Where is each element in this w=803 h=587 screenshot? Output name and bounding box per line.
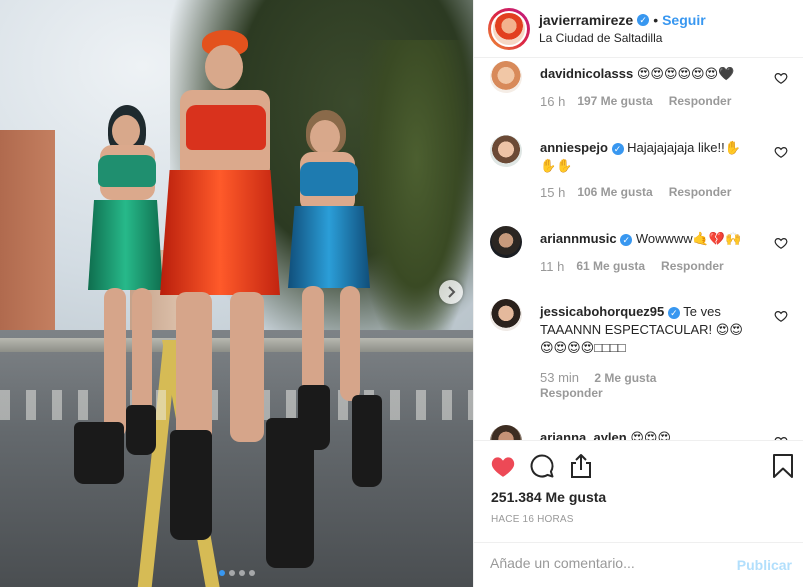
verified-icon: ✓ (620, 234, 633, 246)
avatar[interactable] (491, 10, 527, 47)
carousel-dot (229, 570, 235, 576)
comment-username[interactable]: anniespejo (540, 140, 608, 155)
add-comment-box: Publicar (474, 542, 803, 587)
comment-username[interactable]: arianna_aylen (540, 430, 627, 440)
comment-time[interactable]: 11 h (540, 259, 564, 274)
header-top-row: javierramireze ✓ • Seguir (539, 12, 706, 28)
comment-body: arianna_aylen 😍😍😍 (540, 429, 750, 440)
heart-icon[interactable] (774, 71, 788, 85)
comment-username[interactable]: ariannmusic (540, 231, 617, 246)
reply-button[interactable]: Responder (540, 386, 672, 400)
comments-list[interactable]: davidnicolasss 😍😍😍😍😍😍🖤 16 h 197 Me gusta… (474, 58, 803, 440)
reply-button[interactable]: Responder (661, 259, 724, 274)
share-icon (571, 454, 591, 478)
comment-meta-row: 53 min 2 Me gusta (540, 370, 672, 385)
author-avatar-ring[interactable] (488, 7, 530, 50)
header-text: javierramireze ✓ • Seguir La Ciudad de S… (539, 12, 706, 45)
carousel-next-button[interactable] (439, 280, 463, 304)
person-red (150, 30, 314, 570)
comment-item: ariannmusic ✓ Wowwww🤙💔🙌 11 h 61 Me gusta… (490, 226, 790, 288)
post-sidebar: javierramireze ✓ • Seguir La Ciudad de S… (473, 0, 803, 587)
post-header: javierramireze ✓ • Seguir La Ciudad de S… (474, 0, 803, 58)
comment-likes[interactable]: 106 Me gusta (577, 185, 652, 200)
heart-icon (491, 457, 515, 477)
comment-likes[interactable]: 197 Me gusta (577, 94, 652, 109)
comment-item: arianna_aylen 😍😍😍 (490, 425, 790, 440)
comment-likes[interactable]: 61 Me gusta (576, 259, 645, 274)
likes-count[interactable]: 251.384 Me gusta (491, 489, 606, 505)
carousel-dot (249, 570, 255, 576)
comment-meta: 15 h 106 Me gusta Responder (540, 185, 731, 200)
follow-button[interactable]: Seguir (662, 12, 706, 28)
post-timestamp[interactable]: HACE 16 HORAS (491, 514, 574, 525)
heart-icon[interactable] (774, 309, 788, 323)
comment-body: ariannmusic ✓ Wowwww🤙💔🙌 (540, 230, 750, 248)
comment-body: anniespejo ✓ Hajajajajaja like!!✋✋✋ (540, 139, 750, 175)
comment-text: 😍😍😍😍😍😍🖤 (636, 66, 735, 81)
comment-item: davidnicolasss 😍😍😍😍😍😍🖤 16 h 197 Me gusta… (490, 61, 790, 131)
publish-button[interactable]: Publicar (737, 557, 792, 573)
avatar[interactable] (490, 61, 522, 93)
separator-dot: • (653, 12, 659, 28)
comment-item: jessicabohorquez95 ✓ Te ves TAAANNN ESPE… (490, 299, 790, 409)
person-blue (270, 110, 382, 490)
comment-time[interactable]: 53 min (540, 370, 579, 385)
comment-username[interactable]: jessicabohorquez95 (540, 304, 664, 319)
like-button[interactable] (490, 453, 516, 479)
comment-time[interactable]: 16 h (540, 94, 565, 109)
verified-icon: ✓ (611, 143, 624, 155)
comment-icon (530, 454, 554, 478)
save-button[interactable] (770, 453, 796, 479)
avatar[interactable] (490, 425, 522, 440)
comment-input[interactable] (490, 555, 730, 571)
comment-button[interactable] (529, 453, 555, 479)
comment-likes[interactable]: 2 Me gusta (594, 371, 656, 385)
comment-text: 😍😍😍 (630, 430, 672, 440)
comment-username[interactable]: davidnicolasss (540, 66, 633, 81)
post-photo[interactable] (0, 0, 473, 587)
comment-body: davidnicolasss 😍😍😍😍😍😍🖤 (540, 65, 750, 83)
comment-body: jessicabohorquez95 ✓ Te ves TAAANNN ESPE… (540, 303, 750, 357)
post-location[interactable]: La Ciudad de Saltadilla (539, 31, 706, 45)
avatar[interactable] (490, 226, 522, 258)
bookmark-icon (773, 454, 793, 478)
author-username[interactable]: javierramireze (539, 12, 633, 28)
verified-icon: ✓ (637, 14, 650, 26)
heart-icon[interactable] (774, 236, 788, 250)
post-actions: 251.384 Me gusta HACE 16 HORAS Publicar (474, 440, 803, 573)
chevron-right-icon (448, 286, 456, 298)
carousel-dot (219, 570, 225, 576)
action-icons (490, 453, 800, 481)
carousel-dots (219, 570, 255, 576)
comment-meta: 16 h 197 Me gusta Responder (540, 94, 731, 109)
share-button[interactable] (568, 453, 594, 479)
photo-building (0, 130, 55, 345)
comment-meta: 11 h 61 Me gusta Responder (540, 259, 724, 274)
verified-icon: ✓ (667, 307, 680, 319)
comment-text: Wowwww🤙💔🙌 (635, 231, 742, 246)
carousel-dot (239, 570, 245, 576)
reply-button[interactable]: Responder (669, 185, 732, 200)
avatar[interactable] (490, 135, 522, 167)
comment-item: anniespejo ✓ Hajajajajaja like!!✋✋✋ 15 h… (490, 135, 790, 215)
heart-icon[interactable] (774, 145, 788, 159)
avatar[interactable] (490, 299, 522, 331)
comment-time[interactable]: 15 h (540, 185, 565, 200)
comment-meta: 53 min 2 Me gusta Responder (540, 370, 672, 400)
reply-button[interactable]: Responder (669, 94, 732, 109)
